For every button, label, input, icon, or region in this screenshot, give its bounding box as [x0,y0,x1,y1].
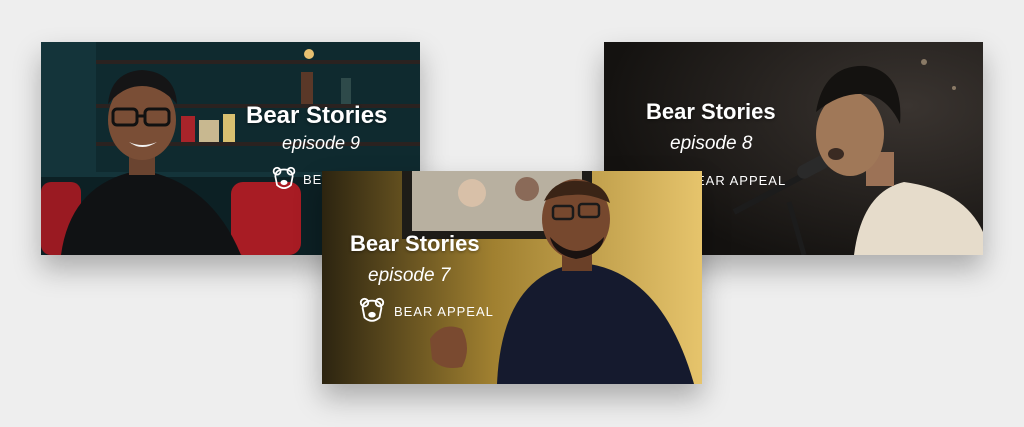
bear-head-icon [359,297,385,322]
brand-name: BEAR APPEAL [394,304,494,319]
series-title: Bear Stories [646,99,776,124]
thumbnail-episode-7: Bear Stories episode 7 BEAR APPEAL [322,171,702,384]
episode-label: episode 7 [368,265,451,286]
bear-head-icon [272,166,296,189]
series-title: Bear Stories [350,231,480,256]
series-title: Bear Stories [246,102,388,129]
episode-label: episode 8 [670,133,753,154]
brand-name: EAR APPEAL [696,173,787,188]
episode-label: episode 9 [282,133,361,153]
